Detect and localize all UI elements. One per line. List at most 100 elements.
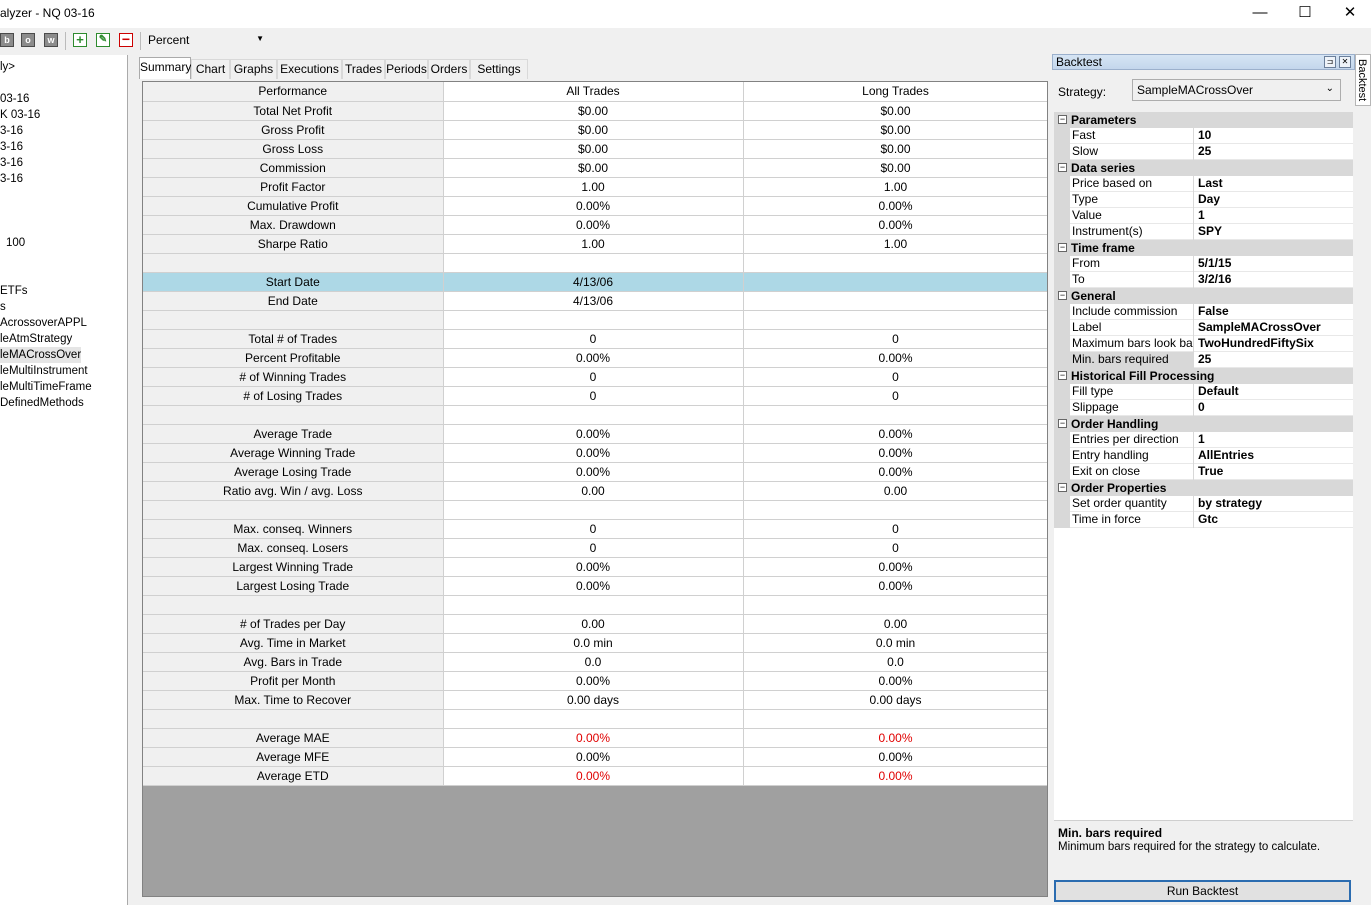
property-value[interactable]: 0 [1196,400,1353,416]
table-row [143,500,1047,520]
property-row[interactable]: Min. bars required 25 [1054,352,1353,368]
property-row[interactable]: Exit on close True [1054,464,1353,480]
o-icon[interactable]: o [21,33,35,47]
property-row[interactable]: Label SampleMACrossOver [1054,320,1353,336]
property-value[interactable]: by strategy [1196,496,1353,512]
strategy-list-item[interactable]: DefinedMethods [0,395,84,411]
property-value[interactable]: Default [1196,384,1353,400]
property-row[interactable]: From 5/1/15 [1054,256,1353,272]
collapse-icon[interactable]: − [1058,243,1067,252]
collapse-icon[interactable]: − [1058,483,1067,492]
b-icon[interactable]: b [0,33,14,47]
tab-orders[interactable]: Orders [428,59,470,79]
strategy-list-item[interactable]: ly> [0,59,15,75]
property-row[interactable]: Entry handling AllEntries [1054,448,1353,464]
property-value[interactable]: TwoHundredFiftySix [1196,336,1353,352]
strategy-list-item[interactable]: 3-16 [0,123,23,139]
add-icon[interactable]: + [73,33,87,47]
strategy-list-item[interactable]: leMACrossOver [0,347,82,363]
table-row: Average Trade 0.00% 0.00% [143,424,1047,444]
property-value[interactable]: 3/2/16 [1196,272,1353,288]
property-category[interactable]: − Time frame [1054,240,1353,256]
tab-settings[interactable]: Settings [470,59,528,79]
tab-executions[interactable]: Executions [277,59,342,79]
property-category[interactable]: − Order Handling [1054,416,1353,432]
header-all-trades[interactable]: All Trades [443,82,744,102]
property-value[interactable]: Last [1196,176,1353,192]
property-value[interactable]: False [1196,304,1353,320]
property-category[interactable]: − General [1054,288,1353,304]
strategy-select[interactable]: SampleMACrossOver ⌄ [1132,79,1341,101]
property-value[interactable]: True [1196,464,1353,480]
strategy-list-item[interactable]: leMultiTimeFrame [0,379,92,395]
collapse-icon[interactable]: − [1058,419,1067,428]
property-row[interactable]: Maximum bars look back TwoHundredFiftySix [1054,336,1353,352]
property-value[interactable]: SPY [1196,224,1353,240]
property-value[interactable]: 25 [1196,352,1353,368]
collapse-icon[interactable]: − [1058,291,1067,300]
collapse-icon[interactable]: − [1058,115,1067,124]
property-row[interactable]: Slippage 0 [1054,400,1353,416]
property-value[interactable]: Gtc [1196,512,1353,528]
minimize-button[interactable]: — [1237,0,1283,28]
property-description: Min. bars required Minimum bars required… [1054,820,1353,880]
w-icon[interactable]: w [44,33,58,47]
property-value[interactable]: 5/1/15 [1196,256,1353,272]
strategy-list-item[interactable]: AcrossoverAPPL [0,315,87,331]
strategy-list-item[interactable]: 3-16 [0,139,23,155]
tab-periods[interactable]: Periods [385,59,428,79]
close-button[interactable]: ✕ [1327,0,1371,28]
tab-trades[interactable]: Trades [342,59,385,79]
strategy-list-item[interactable]: s [0,299,6,315]
collapse-icon[interactable]: − [1058,163,1067,172]
edit-icon[interactable]: ✎ [96,33,110,47]
property-value[interactable]: AllEntries [1196,448,1353,464]
collapse-icon[interactable]: − [1058,371,1067,380]
property-row[interactable]: Instrument(s) SPY [1054,224,1353,240]
strategy-list-item[interactable]: 100 [6,235,25,251]
header-long-trades[interactable]: Long Trades [743,82,1047,102]
metric-label: Profit per Month [143,671,444,691]
display-mode-select[interactable]: Percent ▼ [144,31,268,51]
property-value[interactable]: Day [1196,192,1353,208]
property-category[interactable]: − Data series [1054,160,1353,176]
property-category[interactable]: − Historical Fill Processing [1054,368,1353,384]
property-value[interactable]: 10 [1196,128,1353,144]
property-category[interactable]: − Order Properties [1054,480,1353,496]
property-row[interactable]: Type Day [1054,192,1353,208]
property-row[interactable]: Value 1 [1054,208,1353,224]
property-row[interactable]: Time in force Gtc [1054,512,1353,528]
property-row[interactable]: Set order quantity by strategy [1054,496,1353,512]
strategy-list-item[interactable]: 3-16 [0,171,23,187]
strategy-list-item[interactable]: ETFs [0,283,27,299]
property-row[interactable]: Include commission False [1054,304,1353,320]
header-performance[interactable]: Performance [143,82,444,102]
property-category[interactable]: − Parameters [1054,112,1353,128]
property-value[interactable]: 25 [1196,144,1353,160]
strategy-list-item[interactable]: K 03-16 [0,107,40,123]
property-row[interactable]: To 3/2/16 [1054,272,1353,288]
maximize-button[interactable]: ☐ [1282,0,1328,28]
property-value[interactable]: 1 [1196,432,1353,448]
property-row[interactable]: Slow 25 [1054,144,1353,160]
tab-chart[interactable]: Chart [191,59,230,79]
backtest-side-tab[interactable]: Backtest [1355,54,1371,106]
property-row[interactable]: Fill type Default [1054,384,1353,400]
strategy-list-item[interactable]: 03-16 [0,91,29,107]
close-panel-icon[interactable]: ✕ [1339,56,1351,68]
property-row[interactable]: Fast 10 [1054,128,1353,144]
tab-summary[interactable]: Summary [139,57,191,79]
property-row[interactable]: Price based on Last [1054,176,1353,192]
tab-graphs[interactable]: Graphs [230,59,277,79]
pin-icon[interactable]: ⊐ [1324,56,1336,68]
run-backtest-button[interactable]: Run Backtest [1054,880,1351,902]
property-row[interactable]: Entries per direction 1 [1054,432,1353,448]
panel-splitter[interactable] [129,55,136,905]
property-value[interactable]: 1 [1196,208,1353,224]
property-value[interactable]: SampleMACrossOver [1196,320,1353,336]
remove-icon[interactable]: − [119,32,133,47]
strategy-list-item[interactable]: 3-16 [0,155,23,171]
strategy-list-item[interactable]: leMultiInstrument [0,363,88,379]
long-trades-value: 0.00% [743,215,1047,235]
strategy-list-item[interactable]: leAtmStrategy [0,331,72,347]
